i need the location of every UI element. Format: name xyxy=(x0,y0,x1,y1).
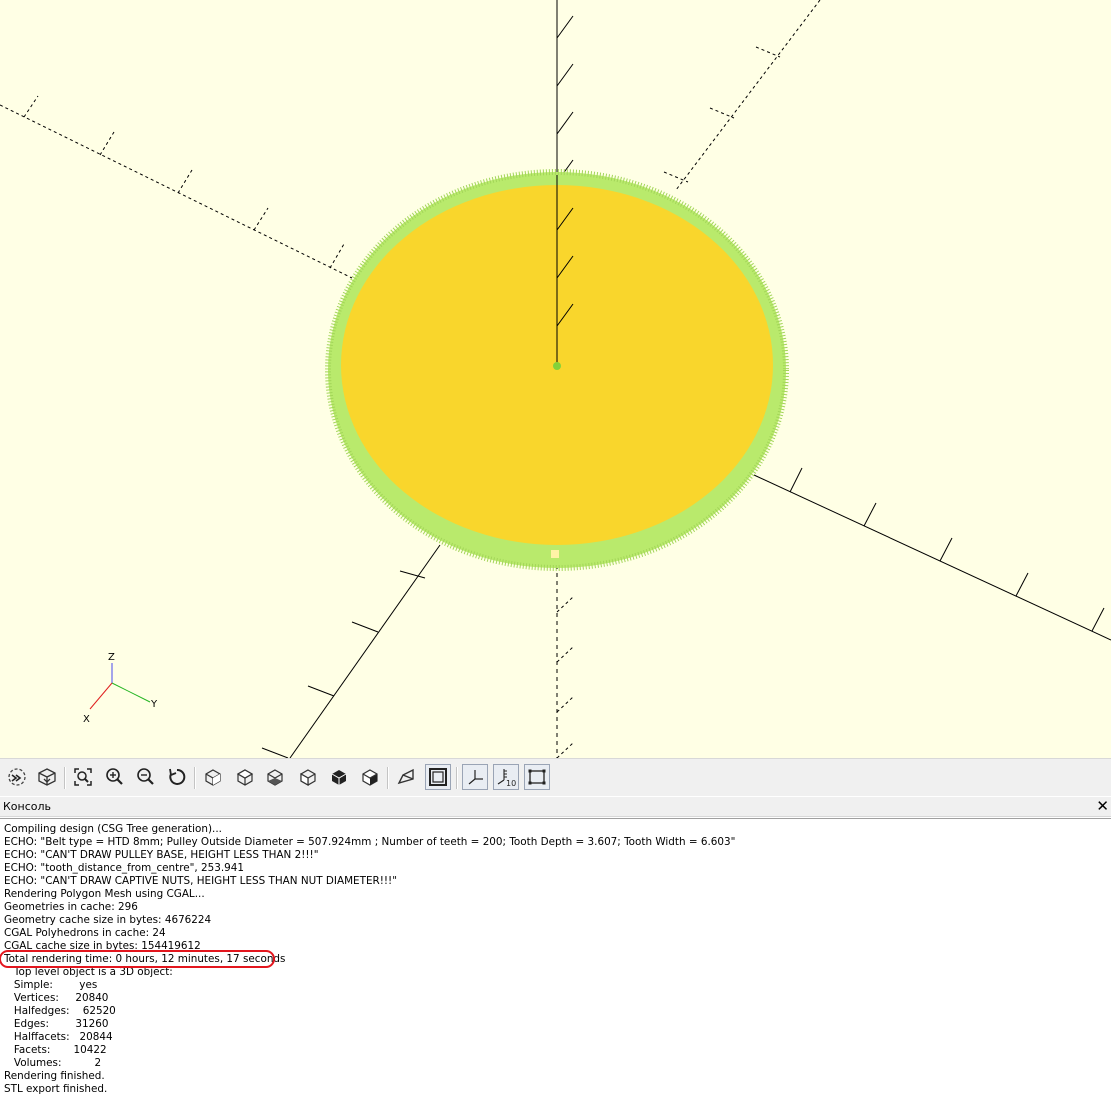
console-header: Консоль ✕ xyxy=(0,797,1111,817)
view-top-button[interactable] xyxy=(232,764,258,790)
scale-markers-icon: 10 xyxy=(497,769,516,788)
console-line: CGAL Polyhedrons in cache: 24 xyxy=(4,927,166,939)
preview-icon xyxy=(8,768,26,786)
console-line: ECHO: "Belt type = HTD 8mm; Pulley Outsi… xyxy=(4,836,736,848)
view-left-button[interactable] xyxy=(295,764,321,790)
zoom-in-button[interactable] xyxy=(102,764,128,790)
show-axes-button[interactable] xyxy=(462,764,488,790)
zoom-in-icon xyxy=(106,768,123,785)
edges-icon xyxy=(528,769,546,785)
view-back-button[interactable] xyxy=(357,764,383,790)
perspective-icon xyxy=(397,768,414,785)
view-toolbar: 10 xyxy=(0,758,1111,796)
render-icon xyxy=(38,768,56,786)
console-line: Total rendering time: 0 hours, 12 minute… xyxy=(4,953,286,965)
console-line: Halffacets: 20844 xyxy=(4,1031,113,1043)
view-front-button[interactable] xyxy=(326,764,352,790)
console-line: Facets: 10422 xyxy=(4,1044,107,1056)
render-button[interactable] xyxy=(34,764,60,790)
preview-button[interactable] xyxy=(4,764,30,790)
view-right-button[interactable] xyxy=(200,764,226,790)
gizmo-z-label: Z xyxy=(108,652,115,663)
scale-markers-label: 10 xyxy=(506,779,516,788)
reset-view-icon xyxy=(169,768,186,785)
gizmo-y-label: Y xyxy=(150,699,158,710)
console-line: ECHO: "CAN'T DRAW PULLEY BASE, HEIGHT LE… xyxy=(4,849,319,861)
view-back-icon xyxy=(362,769,378,786)
console-title: Консоль xyxy=(3,800,52,813)
zoom-out-button[interactable] xyxy=(133,764,159,790)
console-line: Compiling design (CSG Tree generation)..… xyxy=(4,823,222,835)
console-line: Geometry cache size in bytes: 4676224 xyxy=(4,914,212,926)
view-all-button[interactable] xyxy=(70,764,96,790)
console-line: Top level object is a 3D object: xyxy=(4,966,173,978)
scene-canvas: Z Y X xyxy=(0,0,1111,758)
console-line: CGAL cache size in bytes: 154419612 xyxy=(4,940,201,952)
zoom-out-icon xyxy=(137,768,154,785)
console-line: STL export finished. xyxy=(4,1083,108,1095)
3d-viewport[interactable]: Z Y X xyxy=(0,0,1111,758)
orthogonal-icon xyxy=(429,768,447,786)
console-line: Halfedges: 62520 xyxy=(4,1005,116,1017)
view-bottom-icon xyxy=(267,769,283,786)
perspective-button[interactable] xyxy=(393,764,419,790)
console-line: Geometries in cache: 296 xyxy=(4,901,138,913)
orthogonal-button[interactable] xyxy=(425,764,451,790)
console-line: Vertices: 20840 xyxy=(4,992,109,1004)
view-top-icon xyxy=(236,769,254,786)
gizmo-x-label: X xyxy=(83,714,90,725)
view-all-icon xyxy=(74,768,92,786)
show-scale-markers-button[interactable]: 10 xyxy=(493,764,519,790)
console-line: ECHO: "tooth_distance_from_centre", 253.… xyxy=(4,862,245,874)
origin-marker xyxy=(553,362,561,370)
console-output[interactable]: Compiling design (CSG Tree generation)..… xyxy=(0,818,1111,1100)
axes-gizmo: Z Y X xyxy=(83,652,158,725)
console-line: Edges: 31260 xyxy=(4,1018,109,1030)
view-right-icon xyxy=(205,769,221,786)
reset-view-button[interactable] xyxy=(164,764,190,790)
view-bottom-button[interactable] xyxy=(262,764,288,790)
console-line: Rendering Polygon Mesh using CGAL... xyxy=(4,888,205,900)
console-line: Simple: yes xyxy=(4,979,98,991)
view-left-icon xyxy=(300,769,316,787)
show-edges-button[interactable] xyxy=(524,764,550,790)
console-line: ECHO: "CAN'T DRAW CAPTIVE NUTS, HEIGHT L… xyxy=(4,875,398,887)
view-front-icon xyxy=(331,770,347,785)
axes-icon xyxy=(468,770,483,785)
console-line: Rendering finished. xyxy=(4,1070,105,1082)
console-line: Volumes: 2 xyxy=(4,1057,102,1069)
console-close-button[interactable]: ✕ xyxy=(1096,797,1109,815)
